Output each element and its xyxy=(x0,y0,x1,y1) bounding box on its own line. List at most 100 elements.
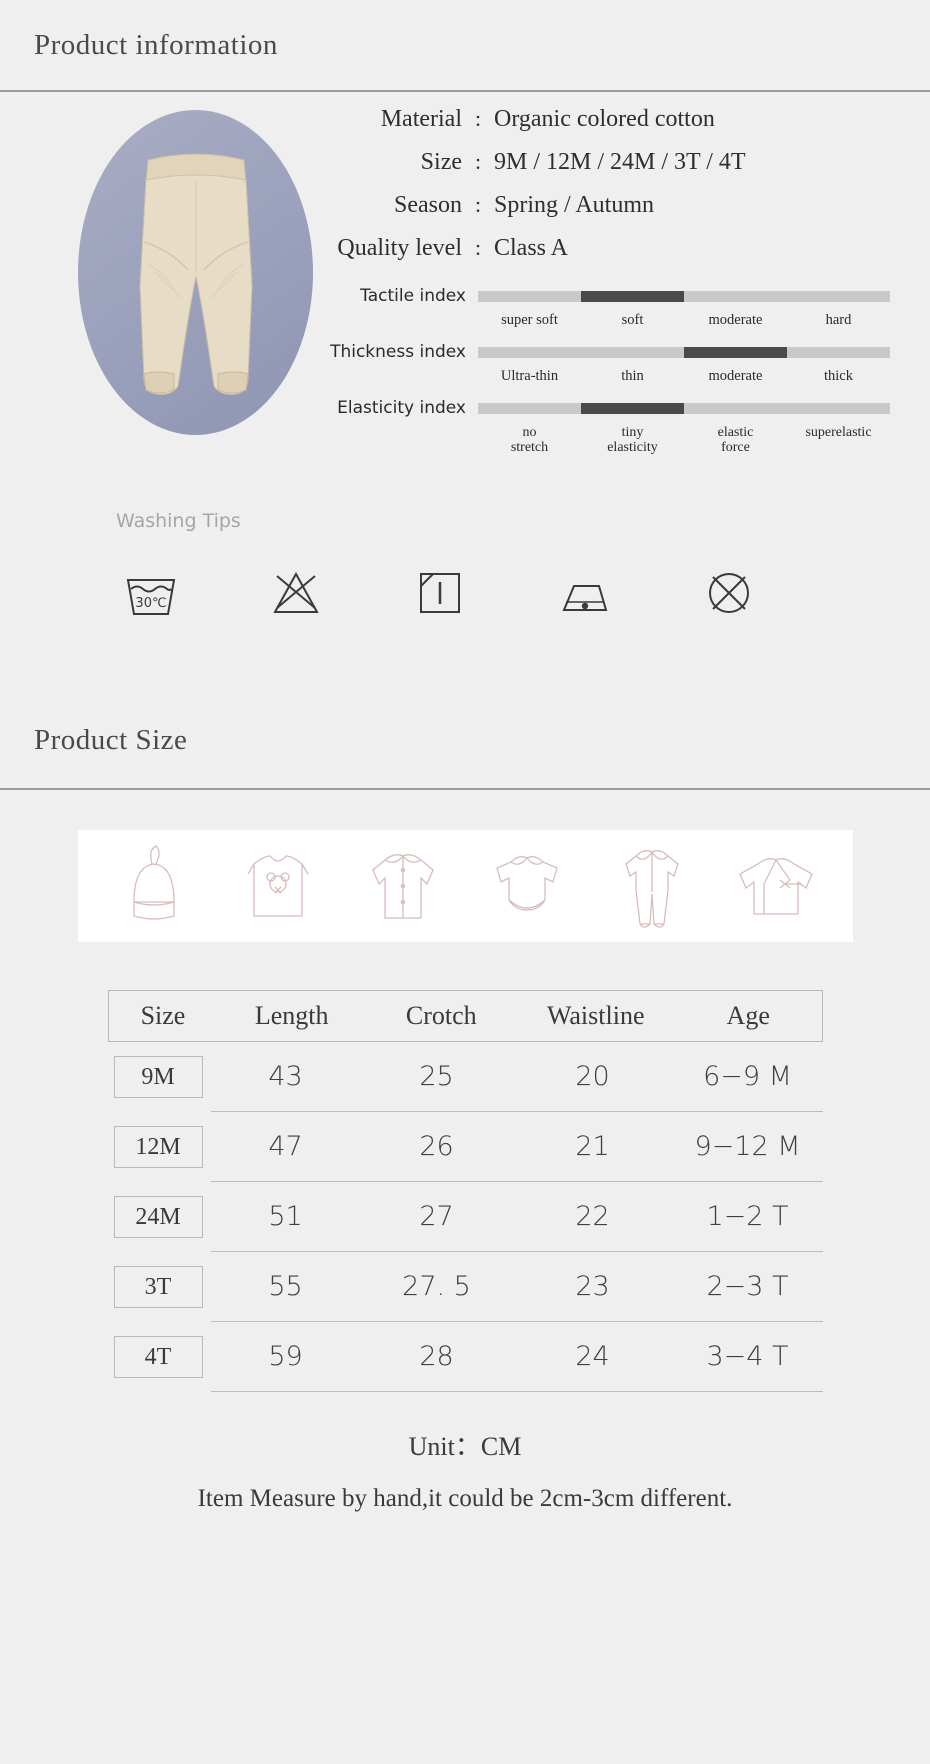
baby-kimono-top-illustration xyxy=(739,858,814,915)
table-row: 3T 55 27. 5 23 2−3 T xyxy=(108,1252,823,1322)
spec-label: Size xyxy=(420,149,462,175)
cell-waistline: 24 xyxy=(575,1341,610,1372)
table-row: 24M 51 27 22 1−2 T xyxy=(108,1182,823,1252)
page-title: Product information xyxy=(34,28,278,61)
cell-age: 2−3 T xyxy=(706,1271,789,1302)
tactile-index-scale: super soft soft moderate hard xyxy=(478,313,890,328)
index-ratings: Tactile index super soft soft moderate h… xyxy=(330,282,890,465)
cell-length: 55 xyxy=(268,1271,303,1302)
unit-note: Unit：CM xyxy=(408,1432,522,1461)
column-header-waistline: Waistline xyxy=(546,1001,645,1030)
elasticity-index-group: Elasticity index no stretch tiny elasticit… xyxy=(330,394,890,455)
baby-vest-illustration xyxy=(247,855,309,917)
spec-row-size: Size : 9M / 12M / 24M / 3T / 4T xyxy=(330,149,890,192)
cell-waistline: 22 xyxy=(575,1201,610,1232)
cell-crotch: 27 xyxy=(419,1201,454,1232)
baby-hat-illustration xyxy=(133,845,175,920)
cell-waistline: 23 xyxy=(575,1271,610,1302)
row-values: 43 25 20 6−9 M xyxy=(210,1042,823,1112)
size-badge: 12M xyxy=(113,1126,203,1168)
thickness-index-row: Thickness index xyxy=(330,338,890,366)
do-not-dry-clean-icon xyxy=(709,573,749,613)
table-row: 12M 47 26 21 9−12 M xyxy=(108,1112,823,1182)
spec-value: Organic colored cotton xyxy=(494,106,715,132)
column-header-crotch: Crotch xyxy=(405,1001,477,1030)
spec-value: Class A xyxy=(494,235,569,261)
elasticity-index-marker xyxy=(581,402,684,414)
cell-age: 3−4 T xyxy=(706,1341,789,1372)
thickness-index-scale: Ultra-thin thin moderate thick xyxy=(478,369,890,384)
cell-crotch: 25 xyxy=(419,1061,454,1092)
column-header-age: Age xyxy=(726,1001,770,1030)
row-values: 47 26 21 9−12 M xyxy=(210,1112,823,1182)
size-badge: 4T xyxy=(113,1336,203,1378)
tactile-index-marker xyxy=(581,290,684,302)
spec-colon: : xyxy=(474,235,482,260)
size-badge: 9M xyxy=(113,1056,203,1098)
scale-item: tiny elasticity xyxy=(607,425,658,455)
care-icon-row: 30℃ xyxy=(120,562,760,624)
spec-row-material: Material : Organic colored cotton xyxy=(330,106,890,149)
product-information-body: Material : Organic colored cotton Size :… xyxy=(0,92,930,692)
row-values: 51 27 22 1−2 T xyxy=(210,1182,823,1252)
size-badge: 3T xyxy=(113,1266,203,1308)
scale-item: soft xyxy=(621,312,644,328)
scale-item: Ultra-thin xyxy=(500,368,559,384)
scale-item: elastic force xyxy=(717,425,754,455)
spec-row-quality-level: Quality level : Class A xyxy=(330,235,890,278)
table-row: 9M 43 25 20 6−9 M xyxy=(108,1042,823,1112)
spec-label: Material xyxy=(380,106,462,132)
cell-age: 1−2 T xyxy=(706,1201,789,1232)
row-values: 55 27. 5 23 2−3 T xyxy=(210,1252,823,1322)
iron-low-heat-icon xyxy=(562,585,607,611)
product-size-title: Product Size xyxy=(34,723,188,756)
column-header-length: Length xyxy=(254,1001,329,1030)
wash-temperature-text: 30℃ xyxy=(135,596,166,611)
scale-item: hard xyxy=(825,312,852,328)
spec-label: Season xyxy=(394,192,462,218)
scale-item: moderate xyxy=(708,312,763,328)
row-values: 59 28 24 3−4 T xyxy=(210,1322,823,1392)
cell-crotch: 28 xyxy=(419,1341,454,1372)
baby-bodysuit-illustration xyxy=(496,856,559,911)
spec-colon: : xyxy=(474,149,482,174)
cell-crotch: 26 xyxy=(419,1131,454,1162)
column-header-size: Size xyxy=(140,1001,186,1030)
size-badge: 24M xyxy=(113,1196,203,1238)
tactile-index-group: Tactile index super soft soft moderate h… xyxy=(330,282,890,328)
table-header-row: Size Length Crotch Waistline Age xyxy=(107,990,823,1042)
product-photo xyxy=(78,110,313,435)
wash-30c-icon: 30℃ xyxy=(126,579,176,615)
size-table: Size Length Crotch Waistline Age 9M 43 2… xyxy=(107,990,823,1513)
elasticity-index-scale: no stretch tiny elasticity elastic force su… xyxy=(478,425,890,455)
thickness-index-bar xyxy=(478,346,890,358)
thickness-index-group: Thickness index Ultra-thin thin moderate… xyxy=(330,338,890,384)
washing-tips-label: Washing Tips xyxy=(116,510,241,532)
scale-item: super soft xyxy=(501,312,558,328)
tactile-index-bar xyxy=(478,290,890,302)
thickness-index-marker xyxy=(684,346,787,358)
do-not-bleach-icon xyxy=(272,571,319,613)
cell-length: 51 xyxy=(268,1201,303,1232)
cell-waistline: 21 xyxy=(575,1131,610,1162)
spec-label: Quality level xyxy=(337,235,462,261)
scale-item: thick xyxy=(824,368,853,384)
cell-crotch: 27. 5 xyxy=(402,1271,471,1302)
measure-note: Item Measure by hand,it could be 2cm-3cm… xyxy=(197,1485,733,1512)
spec-row-season: Season : Spring / Autumn xyxy=(330,192,890,235)
scale-item: thin xyxy=(621,368,644,384)
drip-dry-in-shade-icon xyxy=(420,573,460,613)
product-size-header: Product Size xyxy=(0,692,930,790)
scale-item: superelastic xyxy=(805,425,872,440)
pants-illustration xyxy=(138,153,253,395)
cell-length: 47 xyxy=(268,1131,303,1162)
spec-value: Spring / Autumn xyxy=(494,192,655,218)
spec-colon: : xyxy=(474,106,482,131)
scale-item: no stretch xyxy=(510,425,549,455)
spec-list: Material : Organic colored cotton Size :… xyxy=(330,106,890,278)
elasticity-index-label: Elasticity index xyxy=(337,398,466,418)
tactile-index-label: Tactile index xyxy=(360,286,466,306)
spec-colon: : xyxy=(474,192,482,217)
cell-age: 9−12 M xyxy=(694,1131,801,1162)
cell-age: 6−9 M xyxy=(703,1061,792,1092)
